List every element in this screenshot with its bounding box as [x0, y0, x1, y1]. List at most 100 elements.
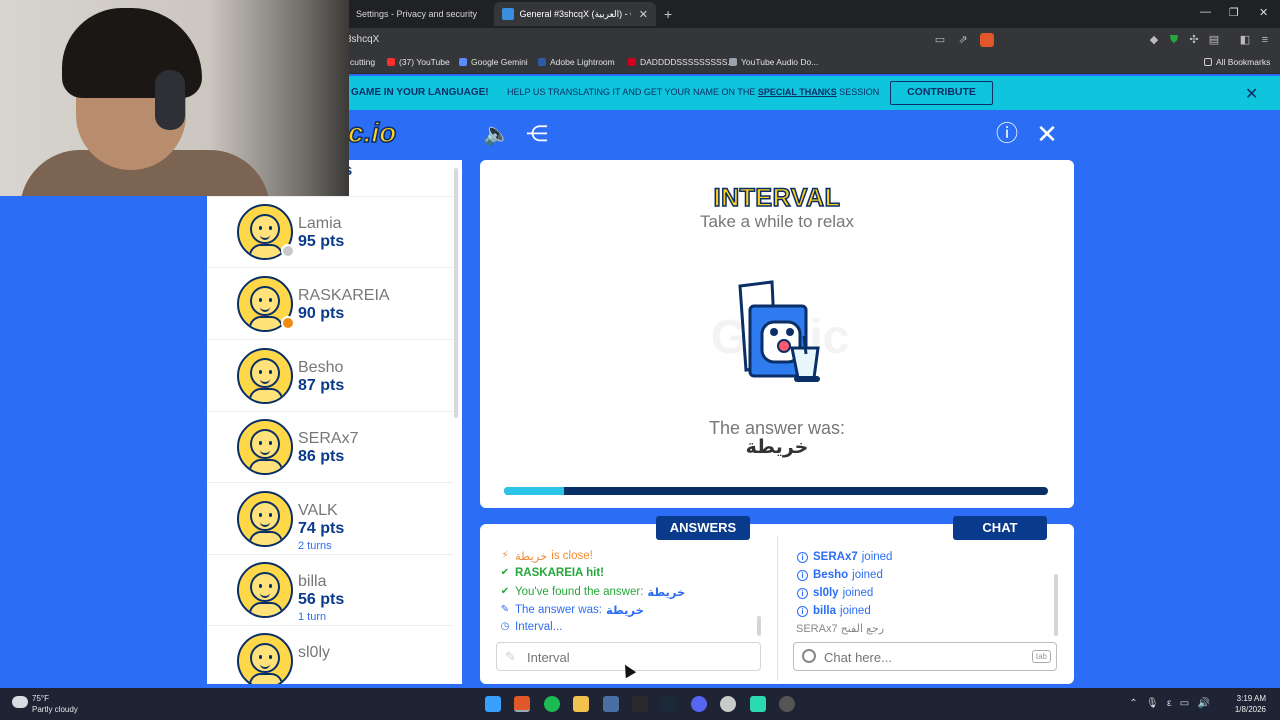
share-icon[interactable]: ⇗	[956, 33, 970, 47]
special-thanks-link[interactable]: SPECIAL THANKS	[758, 87, 837, 97]
avatar	[237, 491, 293, 547]
restore-button[interactable]: ❐	[1229, 6, 1239, 19]
obs-icon[interactable]	[779, 696, 795, 712]
player-name: SERAx7	[298, 430, 359, 447]
sound-icon[interactable]: 🔈	[482, 119, 512, 149]
player-score: 90 pts	[298, 305, 345, 322]
exit-game-icon[interactable]: ✕	[1032, 119, 1062, 149]
bookmark-youtube[interactable]: (37) YouTube	[387, 57, 450, 67]
brave-icon[interactable]	[514, 696, 530, 712]
address-bar[interactable]: 3shcqX	[346, 34, 379, 45]
settings-icon[interactable]	[720, 696, 736, 712]
puzzle-icon[interactable]: ✣	[1187, 33, 1201, 47]
player-row[interactable]: VALK 74 pts 2 turns	[207, 483, 453, 555]
player-score: 86 pts	[298, 448, 345, 465]
chat-header: CHAT	[953, 516, 1047, 540]
answer-log-answer: ✎ The answer was: خريطة	[500, 604, 644, 617]
status-title: INTERVAL	[713, 183, 841, 213]
answer-input[interactable]	[527, 647, 747, 667]
system-tray[interactable]: ⌃ 🎙 ε ▭ 🔊	[1129, 698, 1210, 709]
tab-gartic[interactable]: General #3shcqX (العربية) - Gartic ✕	[494, 2, 656, 26]
player-list-scrollbar[interactable]	[454, 168, 458, 418]
player-row[interactable]: Lamia 95 pts	[207, 196, 453, 268]
clock-icon: ◷	[500, 621, 510, 632]
check-icon: ✔	[500, 567, 510, 578]
new-tab-button[interactable]: +	[664, 6, 672, 22]
youtube-audio-icon	[729, 58, 737, 66]
player-row[interactable]: Besho 87 pts	[207, 340, 453, 412]
avatar	[237, 633, 293, 684]
player-status-badge	[281, 316, 295, 330]
check-icon: ✔	[500, 586, 510, 597]
pencil-mascot-icon	[738, 280, 820, 382]
sidebar-icon[interactable]: ◧	[1238, 33, 1252, 47]
partly-cloudy-icon	[12, 696, 28, 708]
bookmark-dadd[interactable]: DADDDDSSSSSSSSS...	[628, 57, 734, 67]
chat-field[interactable]: tab	[793, 642, 1057, 671]
chat-join: i sl0ly joined	[797, 587, 873, 599]
player-name: sl0ly	[298, 644, 331, 661]
file-explorer-icon[interactable]	[573, 696, 589, 712]
tab-key-hint: tab	[1031, 650, 1051, 663]
bookmark-icon	[628, 58, 636, 66]
cast-icon[interactable]: ▭	[933, 33, 947, 47]
app-icon[interactable]	[750, 696, 766, 712]
epic-games-icon[interactable]	[632, 696, 648, 712]
discord-icon[interactable]	[691, 696, 707, 712]
chat-join: i Besho joined	[797, 569, 883, 581]
all-bookmarks[interactable]: All Bookmarks	[1204, 57, 1270, 67]
info-icon[interactable]: ⓘ	[992, 119, 1022, 149]
close-banner-icon[interactable]: ✕	[1245, 84, 1258, 104]
tab-settings[interactable]: Settings - Privacy and security	[348, 2, 488, 26]
player-row[interactable]: sl0ly	[207, 625, 453, 684]
avatar	[237, 348, 293, 404]
answer-log-hit: ✔ RASKAREIA hit!	[500, 567, 605, 579]
bookmark-gemini[interactable]: Google Gemini	[459, 57, 528, 67]
app-icon[interactable]	[603, 696, 619, 712]
banner-title: GAME IN YOUR LANGUAGE!	[351, 87, 489, 98]
chat-message: SERAx7 رجع الفنح	[796, 623, 885, 635]
gemini-icon	[459, 58, 467, 66]
chat-bubble-icon	[802, 649, 816, 663]
chat-scrollbar[interactable]	[1054, 574, 1058, 636]
player-name: Besho	[298, 359, 344, 376]
menu-icon[interactable]: ≡	[1258, 33, 1272, 47]
player-score: 74 pts	[298, 520, 345, 537]
bookmark-cutting[interactable]: cutting	[350, 57, 375, 67]
player-name: billa	[298, 573, 327, 590]
player-status-badge	[281, 244, 295, 258]
player-row[interactable]: RASKAREIA 90 pts	[207, 268, 453, 340]
share-icon[interactable]: ⋲	[522, 119, 552, 149]
bookmark-lightroom[interactable]: Adobe Lightroom	[538, 57, 615, 67]
close-window-button[interactable]: ✕	[1259, 6, 1268, 19]
answer-log-interval: ◷ Interval...	[500, 621, 563, 633]
contribute-button[interactable]: CONTRIBUTE	[890, 81, 993, 105]
player-turns: 1 turn	[298, 611, 327, 623]
answers-scrollbar[interactable]	[757, 616, 761, 636]
clock[interactable]: 3:19 AM 1/8/2026	[1235, 693, 1266, 715]
player-row[interactable]: SERAx7 86 pts	[207, 411, 453, 483]
wallet-icon[interactable]: ▤	[1207, 33, 1221, 47]
start-icon[interactable]	[485, 696, 501, 712]
info-icon: i	[797, 551, 808, 563]
webcam-overlay	[0, 0, 349, 196]
minimize-button[interactable]: —	[1200, 6, 1211, 18]
status-subtitle: Take a while to relax	[699, 212, 855, 231]
close-tab-icon[interactable]: ✕	[639, 8, 648, 21]
steam-icon[interactable]	[661, 696, 677, 712]
player-score: 56 pts	[298, 591, 345, 608]
weather-widget[interactable]: 75°F Partly cloudy	[12, 693, 78, 715]
extension-diamond-icon[interactable]: ◆	[1147, 33, 1161, 47]
player-row[interactable]: billa 56 pts 1 turn	[207, 554, 453, 626]
chat-input[interactable]	[824, 647, 1014, 667]
answer-word: خريطة	[745, 437, 809, 458]
spotify-icon[interactable]	[544, 696, 560, 712]
avatar	[237, 562, 293, 618]
lightroom-icon	[538, 58, 546, 66]
gartic-logo: c.io	[347, 116, 397, 149]
bookmark-youtube-audio[interactable]: YouTube Audio Do...	[729, 57, 818, 67]
brave-shield-icon[interactable]	[980, 33, 994, 47]
gartic-favicon-icon	[502, 8, 514, 20]
headphones-icon	[155, 70, 185, 130]
vpn-shield-icon[interactable]: ⛊	[1167, 33, 1181, 47]
